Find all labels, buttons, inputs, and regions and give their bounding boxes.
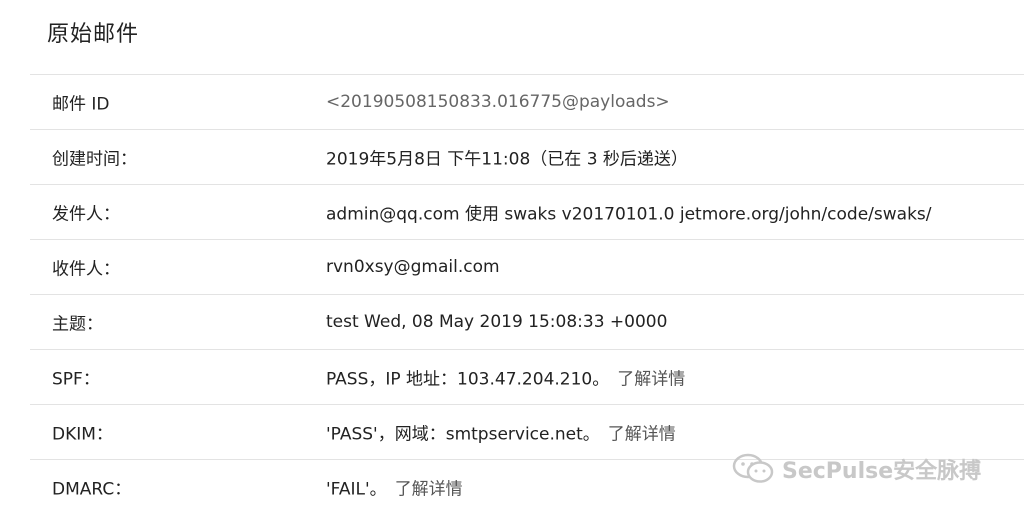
wechat-icon <box>732 453 774 483</box>
dmarc-learn-more-link[interactable]: 了解详情 <box>395 480 463 500</box>
dmarc-value-container: 'FAIL'。 了解详情 <box>326 475 463 500</box>
original-message-table: 邮件 ID <20190508150833.016775@payloads> 创… <box>30 74 1024 514</box>
to-value: rvn0xsy@gmail.com <box>326 257 500 277</box>
watermark: SecPulse安全脉搏 <box>732 452 981 486</box>
spf-value-container: PASS，IP 地址：103.47.204.210。 了解详情 <box>326 365 685 390</box>
table-row-to: 收件人： rvn0xsy@gmail.com <box>30 240 1024 295</box>
dmarc-label: DMARC： <box>52 479 132 500</box>
from-label: 发件人： <box>52 204 120 225</box>
message-id-value: <20190508150833.016775@payloads> <box>326 92 670 112</box>
created-value: 2019年5月8日 下午11:08（已在 3 秒后递送） <box>326 149 688 170</box>
spf-label: SPF： <box>52 369 100 390</box>
from-value: admin@qq.com 使用 swaks v20170101.0 jetmor… <box>326 204 932 225</box>
to-label: 收件人： <box>52 259 120 280</box>
page-title: 原始邮件 <box>47 22 140 47</box>
table-row-message-id: 邮件 ID <20190508150833.016775@payloads> <box>30 75 1024 130</box>
spf-value: PASS，IP 地址：103.47.204.210。 <box>326 369 610 390</box>
table-row-created: 创建时间： 2019年5月8日 下午11:08（已在 3 秒后递送） <box>30 130 1024 185</box>
subject-label: 主题： <box>52 314 103 335</box>
dkim-learn-more-link[interactable]: 了解详情 <box>608 425 676 445</box>
table-row-from: 发件人： admin@qq.com 使用 swaks v20170101.0 j… <box>30 185 1024 240</box>
dkim-label: DKIM： <box>52 424 113 445</box>
dkim-value: 'PASS'，网域：smtpservice.net。 <box>326 424 600 445</box>
created-label: 创建时间： <box>52 149 137 170</box>
spf-learn-more-link[interactable]: 了解详情 <box>617 370 685 390</box>
watermark-text: SecPulse安全脉搏 <box>782 459 982 484</box>
table-row-spf: SPF： PASS，IP 地址：103.47.204.210。 了解详情 <box>30 350 1024 405</box>
dkim-value-container: 'PASS'，网域：smtpservice.net。 了解详情 <box>326 420 676 445</box>
dmarc-value: 'FAIL'。 <box>326 479 387 500</box>
message-id-label: 邮件 ID <box>52 94 110 115</box>
table-row-subject: 主题： test Wed, 08 May 2019 15:08:33 +0000 <box>30 295 1024 350</box>
subject-value: test Wed, 08 May 2019 15:08:33 +0000 <box>326 312 668 332</box>
